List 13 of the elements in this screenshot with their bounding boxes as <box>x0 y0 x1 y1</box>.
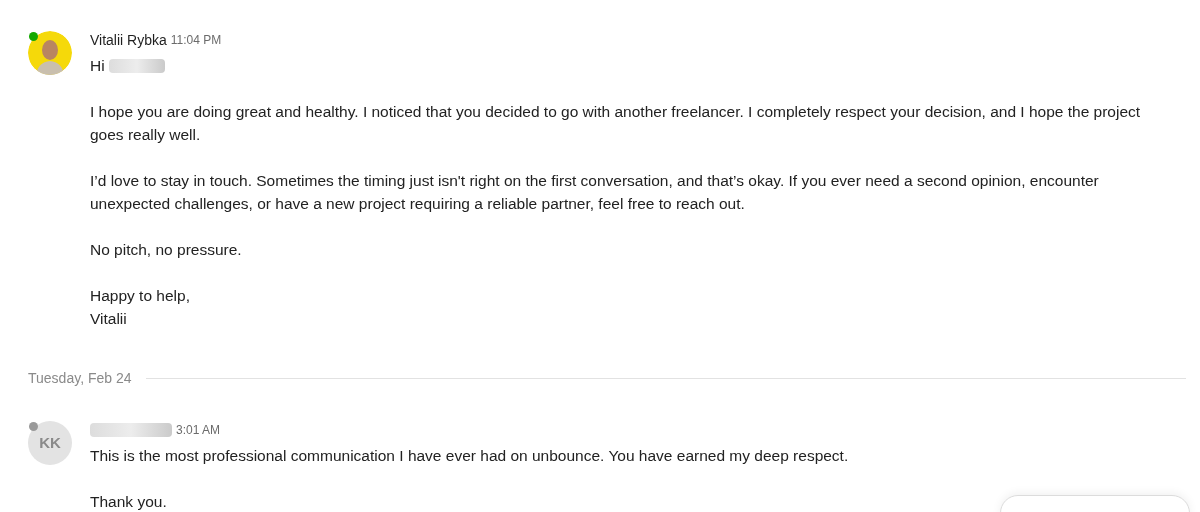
avatar: KK <box>28 421 72 465</box>
author-name: Vitalii Rybka <box>90 30 167 50</box>
message-time: 3:01 AM <box>176 422 221 439</box>
date-divider-label: Tuesday, Feb 24 <box>28 369 132 388</box>
message-text: Happy to help, Vitalii <box>90 286 190 329</box>
redacted-name <box>108 58 165 73</box>
message-text: No pitch, no pressure. <box>90 240 242 260</box>
message-time: 11:04 PM <box>170 32 222 49</box>
message-text: I’d love to stay in touch. Sometimes the timing just isn't right on the first conversation, and that’s okay. If you ever need a second opinion, encounter unexpected challenges, or have a new project requiring a reliable partner, feel free to reach out. <box>90 171 1100 214</box>
message-text: Thank you. <box>90 492 167 512</box>
message-text: This is the most professional communication I have ever had on unbounce. You have earned my deep respect. <box>90 446 849 466</box>
message-text: I hope you are doing great and healthy. I noticed that you decided to go with another freelancer. I completely respect your decision, and I hope the project goes really well. <box>90 102 1142 145</box>
message-text: Hi <box>90 56 105 76</box>
